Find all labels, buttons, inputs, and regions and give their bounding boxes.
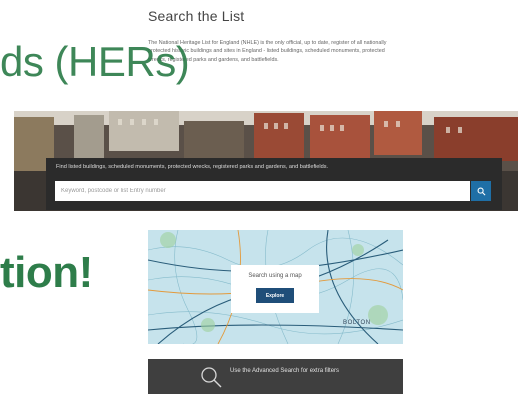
advanced-search-banner[interactable]: Use the Advanced Search for extra filter… — [148, 359, 403, 394]
background-slide-text-top: ds (HERs) — [0, 38, 190, 85]
search-panel: Find listed buildings, scheduled monumen… — [46, 158, 502, 210]
search-icon — [201, 367, 222, 388]
advanced-search-text: Use the Advanced Search for extra filter… — [230, 368, 340, 374]
search-button[interactable] — [471, 181, 491, 201]
background-slide-text-bottom: tion! — [0, 248, 93, 297]
map-place-label: BOLTON — [343, 320, 371, 326]
search-hint: Find listed buildings, scheduled monumen… — [56, 164, 329, 170]
map-search-card: Search using a map Explore — [231, 265, 319, 313]
page-title: Search the List — [148, 8, 245, 24]
explore-button[interactable]: Explore — [256, 288, 294, 303]
search-input[interactable] — [55, 181, 470, 201]
map-card-text: Search using a map — [248, 273, 302, 279]
search-icon — [477, 187, 485, 195]
